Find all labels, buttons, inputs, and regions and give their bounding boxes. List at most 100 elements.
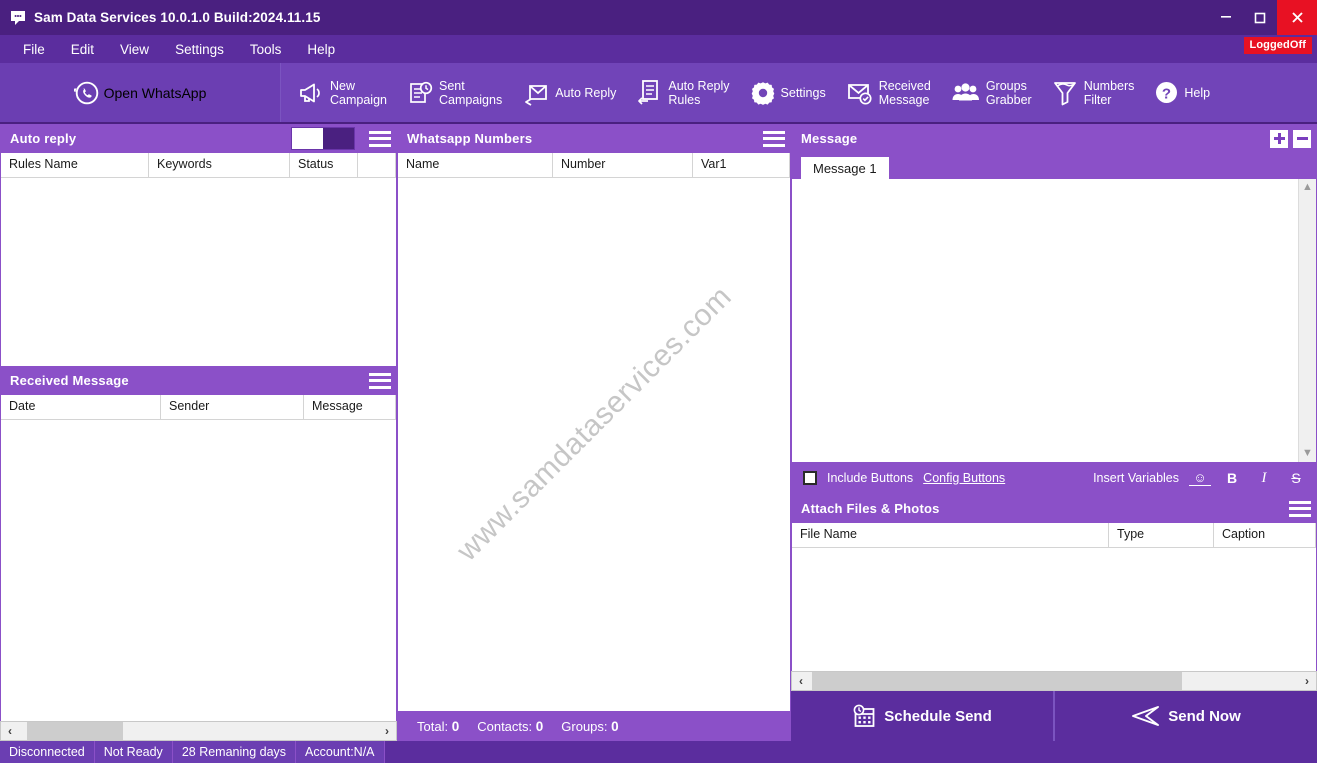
new-campaign-button[interactable]: New Campaign [289, 75, 396, 111]
groups-grabber-label-line2: Grabber [986, 93, 1032, 107]
close-button[interactable] [1277, 0, 1317, 35]
message-input[interactable] [792, 179, 1298, 462]
numbers-filter-label-line2: Filter [1084, 93, 1135, 107]
menu-item-edit[interactable]: Edit [58, 39, 107, 60]
received-message-button[interactable]: Received Message [837, 75, 940, 111]
groups-label: Groups: [561, 719, 607, 734]
config-buttons-link[interactable]: Config Buttons [923, 471, 1005, 485]
open-whatsapp-button[interactable]: Open WhatsApp [0, 63, 281, 122]
attach-hscroll-track[interactable] [810, 672, 1298, 690]
status-remaining-days: 28 Remaning days [173, 741, 296, 763]
sent-campaigns-button[interactable]: Sent Campaigns [398, 75, 511, 111]
auto-reply-grid-body[interactable] [1, 178, 396, 366]
status-connection: Disconnected [0, 741, 95, 763]
auto-reply-rules-label-line1: Auto Reply [668, 79, 729, 93]
attach-files-grid[interactable]: File Name Type Caption [791, 523, 1317, 671]
attach-scroll-left-icon[interactable]: ‹ [792, 672, 810, 690]
menu-item-help[interactable]: Help [294, 39, 348, 60]
minus-icon[interactable] [1293, 130, 1311, 148]
send-buttons-row: Schedule Send Send Now [791, 691, 1317, 741]
tab-message-1[interactable]: Message 1 [801, 157, 889, 179]
middle-column: Whatsapp Numbers Name Number Var1 Total:… [397, 124, 791, 741]
menu-item-tools[interactable]: Tools [237, 39, 295, 60]
column-file-name[interactable]: File Name [792, 523, 1109, 547]
italic-icon[interactable]: I [1253, 470, 1275, 487]
sent-campaigns-label-line1: Sent [439, 79, 502, 93]
send-now-button[interactable]: Send Now [1053, 691, 1317, 741]
attach-hscroll-thumb[interactable] [812, 672, 1182, 690]
scroll-left-icon[interactable]: ‹ [1, 722, 19, 740]
whatsapp-icon [74, 80, 100, 106]
auto-reply-toggle[interactable] [291, 127, 355, 150]
settings-button[interactable]: Settings [741, 76, 835, 110]
insert-variables-label[interactable]: Insert Variables [1093, 471, 1179, 485]
column-type[interactable]: Type [1109, 523, 1214, 547]
schedule-send-button[interactable]: Schedule Send [791, 691, 1053, 741]
received-message-hscrollbar[interactable]: ‹ › [0, 721, 397, 741]
auto-reply-button[interactable]: Auto Reply [513, 76, 625, 110]
plus-icon[interactable] [1270, 130, 1288, 148]
chevron-up-icon[interactable]: ▲ [1302, 182, 1313, 193]
received-message-grid[interactable]: Date Sender Message [0, 395, 397, 721]
attach-scroll-right-icon[interactable]: › [1298, 672, 1316, 690]
received-message-grid-body[interactable] [1, 420, 396, 721]
column-caption[interactable]: Caption [1214, 523, 1316, 547]
whatsapp-numbers-menu-icon[interactable] [763, 130, 785, 148]
column-name[interactable]: Name [398, 153, 553, 177]
column-date[interactable]: Date [1, 395, 161, 419]
auto-reply-grid-header: Rules Name Keywords Status [1, 153, 396, 178]
help-button[interactable]: ? Help [1145, 76, 1219, 109]
sent-campaigns-label-line2: Campaigns [439, 93, 502, 107]
chevron-down-icon[interactable]: ▼ [1302, 448, 1313, 459]
strikethrough-icon[interactable]: S [1285, 470, 1307, 486]
whatsapp-numbers-grid[interactable]: Name Number Var1 [397, 153, 791, 711]
auto-reply-menu-icon[interactable] [369, 130, 391, 148]
hscroll-track[interactable] [19, 722, 378, 740]
menu-item-file[interactable]: File [10, 39, 58, 60]
numbers-filter-label: Numbers Filter [1084, 79, 1135, 107]
column-number[interactable]: Number [553, 153, 693, 177]
column-message[interactable]: Message [304, 395, 396, 419]
column-blank[interactable] [358, 153, 396, 177]
hscroll-thumb[interactable] [27, 722, 123, 740]
attach-panel-menu-icon[interactable] [1289, 500, 1311, 518]
whatsapp-chat-icon [9, 9, 27, 27]
numbers-filter-button[interactable]: Numbers Filter [1043, 75, 1144, 111]
groups-grabber-button[interactable]: Groups Grabber [942, 75, 1041, 111]
auto-reply-grid[interactable]: Rules Name Keywords Status [0, 153, 397, 366]
include-buttons-checkbox[interactable] [803, 471, 817, 485]
bold-icon[interactable]: B [1221, 470, 1243, 486]
groups-grabber-label: Groups Grabber [986, 79, 1032, 107]
column-status[interactable]: Status [290, 153, 358, 177]
application-window: Sam Data Services 10.0.1.0 Build:2024.11… [0, 0, 1317, 763]
maximize-button[interactable] [1243, 0, 1277, 35]
column-sender[interactable]: Sender [161, 395, 304, 419]
open-whatsapp-label: Open WhatsApp [104, 86, 207, 100]
status-badge-loggedoff[interactable]: LoggedOff [1244, 37, 1313, 54]
received-message-menu-icon[interactable] [369, 372, 391, 390]
title-bar: Sam Data Services 10.0.1.0 Build:2024.11… [0, 0, 1317, 35]
auto-reply-panel-title: Auto reply [10, 131, 291, 146]
total-group: Total: 0 [417, 719, 459, 734]
whatsapp-numbers-grid-header: Name Number Var1 [398, 153, 790, 178]
menu-item-view[interactable]: View [107, 39, 162, 60]
emoji-icon[interactable]: ☺ [1189, 470, 1211, 486]
menu-item-settings[interactable]: Settings [162, 39, 237, 60]
column-keywords[interactable]: Keywords [149, 153, 290, 177]
attach-panel-header: Attach Files & Photos [791, 494, 1317, 523]
received-message-grid-header: Date Sender Message [1, 395, 396, 420]
column-var1[interactable]: Var1 [693, 153, 790, 177]
attach-files-grid-body[interactable] [792, 548, 1316, 671]
toggle-on-half [323, 128, 354, 149]
whatsapp-numbers-grid-body[interactable] [398, 178, 790, 711]
auto-reply-rules-button[interactable]: Auto Reply Rules [627, 75, 738, 111]
attach-files-hscrollbar[interactable]: ‹ › [791, 671, 1317, 691]
received-message-label-line1: Received [879, 79, 931, 93]
minimize-button[interactable] [1209, 0, 1243, 35]
auto-reply-label: Auto Reply [555, 86, 616, 100]
message-vscrollbar[interactable]: ▲ ▼ [1298, 179, 1316, 462]
message-editor-area: ▲ ▼ [791, 179, 1317, 462]
column-rules-name[interactable]: Rules Name [1, 153, 149, 177]
menu-bar: File Edit View Settings Tools Help Logge… [0, 35, 1317, 63]
scroll-right-icon[interactable]: › [378, 722, 396, 740]
